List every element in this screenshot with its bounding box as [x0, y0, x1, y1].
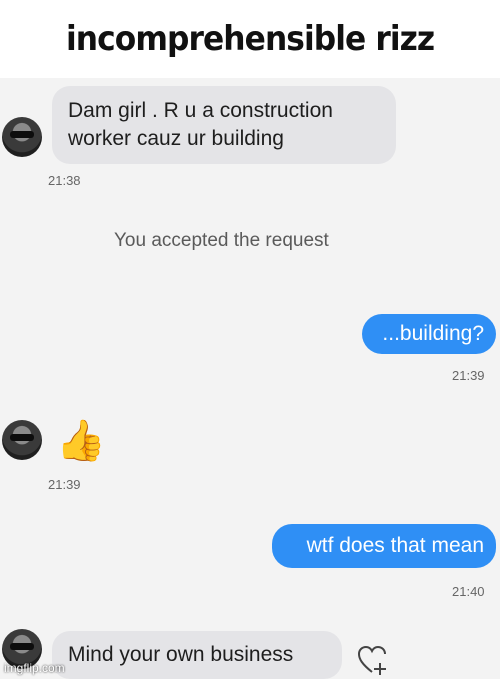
imgflip-watermark: imgflip.com	[4, 661, 65, 675]
heart-plus-icon[interactable]	[356, 644, 390, 678]
message-timestamp: 21:39	[452, 368, 485, 383]
request-accepted-notice: You accepted the request	[114, 230, 329, 251]
incoming-message[interactable]: Dam girl . R u a construction worker cau…	[52, 86, 396, 164]
chat-thread[interactable]: Dam girl . R u a construction worker cau…	[0, 78, 500, 679]
message-text-line: worker cauz ur building	[68, 127, 284, 150]
message-text: wtf does that mean	[306, 534, 484, 557]
meme-caption-bar: incomprehensible rizz	[0, 0, 500, 78]
message-timestamp: 21:38	[48, 173, 81, 188]
thumbs-up-emoji-message[interactable]: 👍	[56, 421, 106, 461]
message-timestamp: 21:40	[452, 584, 485, 599]
sender-avatar[interactable]	[2, 117, 42, 157]
message-text-line: Dam girl . R u a construction	[68, 99, 333, 122]
meme-caption: incomprehensible rizz	[65, 19, 435, 59]
outgoing-message[interactable]: ...building?	[362, 314, 496, 354]
message-timestamp: 21:39	[48, 477, 81, 492]
message-text: Mind your own business	[68, 643, 294, 666]
outgoing-message[interactable]: wtf does that mean	[272, 524, 496, 568]
incoming-message[interactable]: Mind your own business	[52, 631, 342, 679]
sender-avatar[interactable]	[2, 420, 42, 460]
message-text: ...building?	[382, 322, 484, 345]
